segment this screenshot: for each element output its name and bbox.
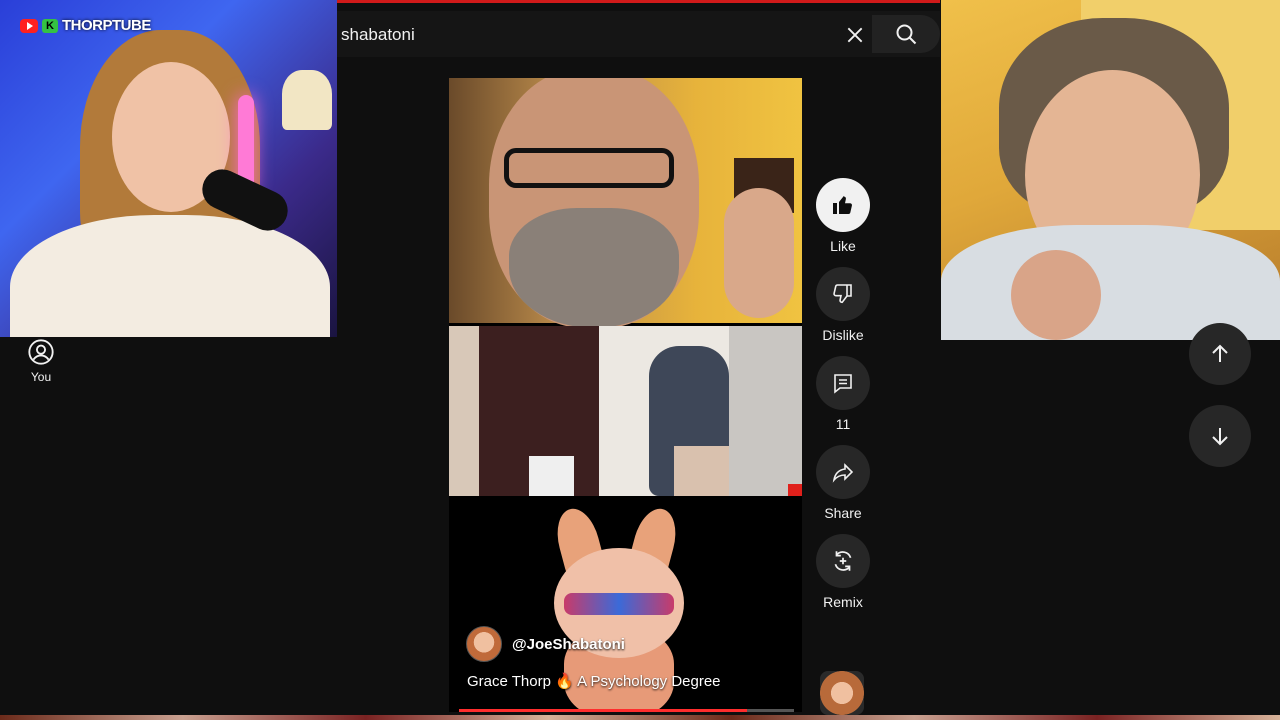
comments-count: 11 — [835, 416, 851, 432]
search-input[interactable]: shabatoni — [341, 25, 415, 45]
like-action: Like — [813, 178, 873, 254]
close-icon — [847, 27, 863, 43]
youtube-logo-icon — [20, 18, 38, 33]
share-icon — [832, 463, 854, 483]
comments-button[interactable] — [816, 356, 870, 410]
woman-skirt — [674, 446, 734, 496]
kick-logo-icon: K — [42, 18, 58, 33]
white-box — [529, 456, 574, 496]
search-button[interactable] — [872, 15, 940, 53]
right-webcam-feed — [941, 0, 1280, 340]
short-author[interactable]: @JoeShabatoni — [466, 626, 625, 662]
previous-short-button[interactable] — [1189, 323, 1251, 385]
account-circle-icon — [28, 339, 54, 365]
video-progress-bar[interactable] — [459, 709, 794, 712]
channel-name: THORPTUBE — [62, 17, 151, 34]
fox-sunglasses — [564, 593, 674, 615]
shorts-app: shabatoni @JoeShabatoni Grace Thorp 🔥 A … — [337, 3, 940, 715]
arrow-down-icon — [1212, 428, 1228, 446]
remix-action: Remix — [813, 534, 873, 610]
bottom-decor-strip — [0, 715, 1280, 720]
share-action: Share — [813, 445, 873, 521]
right-person-hand — [1011, 250, 1101, 340]
man-hand — [724, 188, 794, 318]
remix-label: Remix — [823, 594, 863, 610]
short-video-player[interactable]: @JoeShabatoni Grace Thorp 🔥 A Psychology… — [449, 78, 802, 712]
right-person-shirt — [941, 225, 1280, 340]
video-panel-man — [449, 78, 802, 328]
sound-thumbnail[interactable] — [820, 671, 864, 715]
sidebar-item-you[interactable]: You — [22, 338, 60, 384]
clear-search-button[interactable] — [840, 20, 870, 50]
author-handle[interactable]: @JoeShabatoni — [512, 636, 625, 653]
dislike-action: Dislike — [813, 267, 873, 343]
remix-icon — [834, 551, 852, 571]
arrow-up-icon — [1212, 344, 1228, 362]
comment-icon — [834, 374, 852, 394]
dislike-button[interactable] — [816, 267, 870, 321]
like-label: Like — [830, 238, 856, 254]
left-webcam-feed: K THORPTUBE — [0, 0, 337, 337]
like-button[interactable] — [816, 178, 870, 232]
man-glasses — [504, 148, 674, 188]
remix-button[interactable] — [816, 534, 870, 588]
sidebar-item-label: You — [30, 370, 52, 384]
search-icon — [896, 24, 917, 45]
short-title: Grace Thorp 🔥 A Psychology Degree — [467, 673, 721, 690]
channel-badge: K THORPTUBE — [20, 17, 151, 34]
red-marker — [788, 484, 802, 496]
video-panel-closet — [449, 326, 802, 496]
thumb-down-icon — [833, 284, 852, 304]
man-beard — [509, 208, 679, 328]
dislike-label: Dislike — [822, 327, 864, 343]
left-person-shirt — [10, 215, 330, 337]
video-progress-fill — [459, 709, 748, 712]
short-actions: Like Dislike 11 Share Remix — [813, 178, 873, 623]
lamp — [282, 70, 332, 130]
next-short-button[interactable] — [1189, 405, 1251, 467]
share-label: Share — [824, 505, 862, 521]
wall — [729, 326, 802, 496]
author-avatar[interactable] — [466, 626, 502, 662]
comments-action: 11 — [813, 356, 873, 432]
thumb-up-icon — [833, 196, 852, 214]
search-bar: shabatoni — [337, 11, 940, 57]
share-button[interactable] — [816, 445, 870, 499]
